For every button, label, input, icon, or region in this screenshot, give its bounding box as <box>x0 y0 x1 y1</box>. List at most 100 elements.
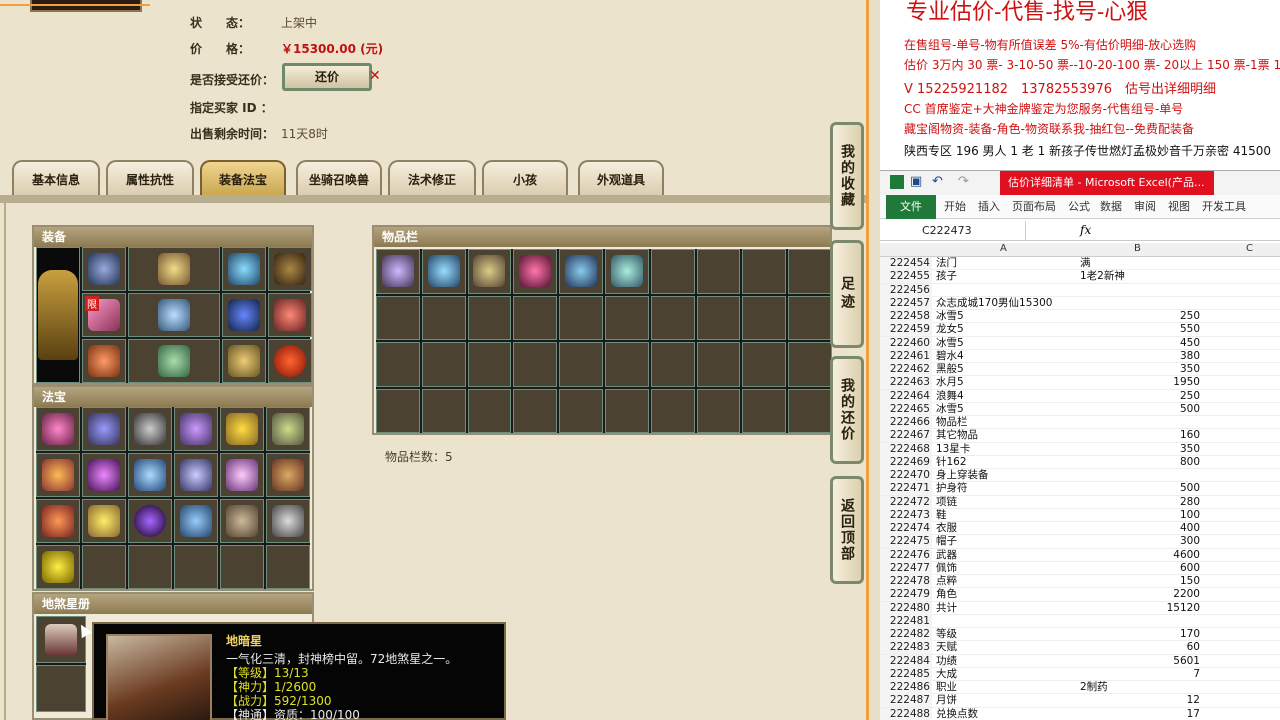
treasure-slot[interactable] <box>174 453 218 497</box>
table-row[interactable]: 222488 兑换点数 17 <box>880 707 1280 720</box>
cell-a[interactable]: 帽子 <box>936 535 1076 548</box>
cell-a[interactable]: 天赋 <box>936 641 1076 654</box>
column-header[interactable]: A <box>1000 243 1007 254</box>
table-row[interactable]: 222469 针162 800 <box>880 455 1280 470</box>
equipment-slot[interactable] <box>128 339 220 383</box>
row-number[interactable]: 222485 <box>880 667 932 681</box>
equipment-slot[interactable] <box>82 339 126 383</box>
cell-b[interactable]: 15120 <box>1080 602 1200 615</box>
cell-a[interactable]: 冰雪5 <box>936 310 1076 323</box>
row-number[interactable]: 222482 <box>880 628 932 641</box>
cell-b[interactable]: 100 <box>1080 509 1200 522</box>
inventory-slot[interactable] <box>376 249 420 294</box>
counter-offer-button[interactable]: 还价 <box>282 63 372 91</box>
cell-b[interactable]: 350 <box>1080 363 1200 376</box>
equipment-slot[interactable] <box>128 247 220 291</box>
row-number[interactable]: 222457 <box>880 296 932 310</box>
table-row[interactable]: 222465 冰雪5 500 <box>880 402 1280 417</box>
treasure-slot[interactable] <box>266 499 310 543</box>
treasure-slot[interactable] <box>174 407 218 451</box>
cell-a[interactable]: 佩饰 <box>936 562 1076 575</box>
cell-b[interactable]: 4600 <box>1080 549 1200 562</box>
treasure-slot[interactable] <box>266 407 310 451</box>
table-row[interactable]: 222466 物品栏 <box>880 416 1280 430</box>
name-box[interactable]: C222473 <box>886 221 1026 240</box>
table-row[interactable]: 222479 角色 2200 <box>880 588 1280 602</box>
row-number[interactable]: 222459 <box>880 323 932 337</box>
cell-a[interactable]: 法门 <box>936 257 1076 270</box>
table-row[interactable]: 222480 共计 15120 <box>880 601 1280 615</box>
cell-a[interactable]: 角色 <box>936 588 1076 601</box>
treasure-slot[interactable] <box>220 453 264 497</box>
cell-b[interactable]: 2200 <box>1080 588 1200 601</box>
cell-b[interactable]: 250 <box>1080 390 1200 403</box>
row-number[interactable]: 222463 <box>880 376 932 390</box>
redo-icon[interactable]: ↷ <box>958 174 969 189</box>
cell-a[interactable]: 龙女5 <box>936 323 1076 336</box>
cell-a[interactable]: 月饼 <box>936 694 1076 707</box>
cell-a[interactable]: 其它物品 <box>936 429 1076 442</box>
treasure-slot[interactable] <box>174 499 218 543</box>
table-row[interactable]: 222464 浪舞4 250 <box>880 389 1280 403</box>
row-number[interactable]: 222476 <box>880 548 932 562</box>
equipment-slot[interactable]: 限 <box>82 293 126 337</box>
ribbon-tab-view[interactable]: 视图 <box>1168 195 1190 219</box>
equipment-slot[interactable] <box>222 339 266 383</box>
table-row[interactable]: 222462 黑般5 350 <box>880 363 1280 377</box>
sidebar-favorites[interactable]: 我的收藏 <box>830 122 864 230</box>
equipment-slot[interactable] <box>268 293 312 337</box>
treasure-slot[interactable] <box>36 499 80 543</box>
inventory-slot[interactable] <box>467 249 512 294</box>
equipment-slot[interactable] <box>268 339 312 383</box>
table-row[interactable]: 222482 等级 170 <box>880 628 1280 642</box>
row-number[interactable]: 222460 <box>880 336 932 350</box>
table-row[interactable]: 222460 冰雪5 450 <box>880 336 1280 350</box>
equipment-slot[interactable] <box>222 293 266 337</box>
table-row[interactable]: 222471 护身符 500 <box>880 482 1280 496</box>
undo-icon[interactable]: ↶ <box>932 174 943 189</box>
treasure-slot[interactable] <box>128 407 172 451</box>
treasure-slot[interactable] <box>36 453 80 497</box>
inventory-slot[interactable] <box>513 249 558 294</box>
treasure-slot[interactable] <box>36 545 80 589</box>
tab-attributes[interactable]: 属性抗性 <box>106 160 194 196</box>
cell-a[interactable]: 点粹 <box>936 575 1076 588</box>
tab-appearance[interactable]: 外观道具 <box>578 160 664 196</box>
ribbon-tab-layout[interactable]: 页面布局 <box>1012 195 1056 219</box>
row-number[interactable]: 222479 <box>880 588 932 602</box>
cell-b[interactable]: 380 <box>1080 350 1200 363</box>
tab-child[interactable]: 小孩 <box>482 160 568 196</box>
table-row[interactable]: 222459 龙女5 550 <box>880 323 1280 337</box>
column-header[interactable]: C <box>1246 243 1253 254</box>
table-row[interactable]: 222485 大成 7 <box>880 667 1280 682</box>
row-number[interactable]: 222471 <box>880 482 932 496</box>
table-row[interactable]: 222457 众志成城170男仙15300 <box>880 296 1280 311</box>
table-row[interactable]: 222486 职业 2制药 <box>880 681 1280 695</box>
cell-b[interactable]: 400 <box>1080 522 1200 535</box>
table-row[interactable]: 222472 项链 280 <box>880 495 1280 509</box>
cell-b[interactable]: 150 <box>1080 575 1200 588</box>
cell-b[interactable]: 550 <box>1080 323 1200 336</box>
cell-a[interactable]: 冰雪5 <box>936 403 1076 416</box>
row-number[interactable]: 222454 <box>880 257 932 270</box>
table-row[interactable]: 222463 水月5 1950 <box>880 376 1280 390</box>
row-number[interactable]: 222473 <box>880 508 932 522</box>
cell-b[interactable]: 500 <box>1080 403 1200 416</box>
cell-a[interactable]: 物品栏 <box>936 416 1076 429</box>
cell-b[interactable]: 1老2新神 <box>1080 270 1200 283</box>
cell-a[interactable]: 项链 <box>936 496 1076 509</box>
row-number[interactable]: 222474 <box>880 522 932 535</box>
table-row[interactable]: 222454 法门满 <box>880 257 1280 271</box>
row-number[interactable]: 222462 <box>880 363 932 376</box>
treasure-slot[interactable] <box>82 499 126 543</box>
table-row[interactable]: 222478 点粹 150 <box>880 575 1280 589</box>
cell-a[interactable]: 共计 <box>936 602 1076 615</box>
cell-b[interactable]: 800 <box>1080 456 1200 469</box>
cell-b[interactable]: 300 <box>1080 535 1200 548</box>
cell-b[interactable]: 170 <box>1080 628 1200 641</box>
cell-a[interactable]: 水月5 <box>936 376 1076 389</box>
equipment-slot[interactable] <box>268 247 312 291</box>
table-row[interactable]: 222474 衣服 400 <box>880 522 1280 536</box>
table-row[interactable]: 222456 <box>880 283 1280 297</box>
treasure-slot[interactable] <box>128 499 172 543</box>
